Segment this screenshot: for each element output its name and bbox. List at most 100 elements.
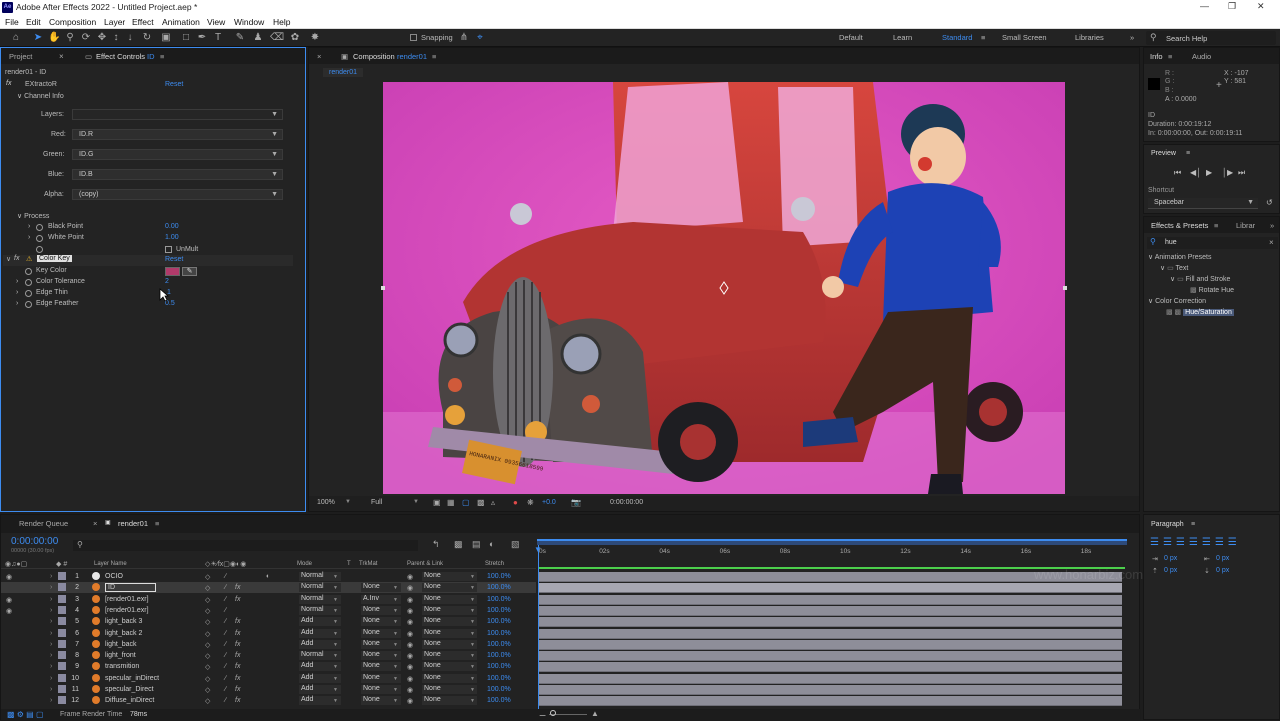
label-color[interactable] xyxy=(58,583,66,592)
stretch-value[interactable]: 100.0% xyxy=(487,641,511,648)
layer-duration-bar[interactable] xyxy=(539,685,1122,695)
chevron-down-icon[interactable]: ▼ xyxy=(333,608,338,614)
dolly-tool-icon[interactable]: ↕ xyxy=(110,32,122,44)
label-color[interactable] xyxy=(58,628,66,637)
transparency-grid-icon[interactable]: ▦ xyxy=(447,498,455,507)
exposure-icon[interactable]: ❋ xyxy=(527,498,534,507)
stopwatch-icon[interactable] xyxy=(36,224,43,231)
parent-dropdown[interactable]: None xyxy=(422,605,477,615)
expand-arrow-icon[interactable]: › xyxy=(16,278,18,285)
layer-name[interactable]: transmition xyxy=(105,663,139,670)
pick-whip-icon[interactable]: ◉ xyxy=(407,596,413,604)
label-color[interactable] xyxy=(58,662,66,671)
label-color[interactable] xyxy=(58,594,66,603)
indent-right-value[interactable]: 0 px xyxy=(1216,555,1229,562)
stopwatch-icon[interactable] xyxy=(36,246,43,253)
tree-color-correction[interactable]: ∨ Color Correction xyxy=(1148,297,1206,305)
stopwatch-icon[interactable] xyxy=(25,268,32,275)
shy-layers-icon[interactable]: ▤ xyxy=(472,539,481,550)
layer-row[interactable]: ◉ › 1 OCIO ◇ ∕ ◐ Normal ▼ ◉ None ▼ 100.0% xyxy=(1,571,536,582)
close-icon[interactable]: ✕ xyxy=(1257,1,1265,12)
layer-duration-bar[interactable] xyxy=(539,583,1122,594)
chevron-down-icon[interactable]: ▼ xyxy=(345,499,351,505)
quality-icon[interactable]: ∕ xyxy=(225,652,226,659)
resolution[interactable]: Full xyxy=(371,499,382,506)
layer-row[interactable]: › 9 transmition ◇ ∕ fx Add ▼ None ▼ ◉ None ▼ 100.0% xyxy=(1,661,536,672)
chevron-down-icon[interactable]: ▼ xyxy=(393,619,398,625)
chevron-down-icon[interactable]: ▼ xyxy=(393,653,398,659)
eye-icon[interactable]: ◉ xyxy=(6,596,12,604)
tree-animation-presets[interactable]: ∨ Animation Presets xyxy=(1148,253,1212,261)
expand-arrow-icon[interactable]: › xyxy=(16,289,18,296)
layer-row[interactable]: › 5 light_back 3 ◇ ∕ fx Add ▼ None ▼ ◉ None ▼ 100.0% xyxy=(1,616,536,627)
stopwatch-icon[interactable] xyxy=(25,290,32,297)
stretch-value[interactable]: 100.0% xyxy=(487,652,511,659)
orbit-tool-icon[interactable]: ⟳ xyxy=(80,32,92,44)
zoom-level[interactable]: 100% xyxy=(317,499,335,506)
alpha-dropdown[interactable]: (copy) ▼ xyxy=(72,189,283,200)
layer-name[interactable]: light_front xyxy=(105,652,136,659)
expand-arrow-icon[interactable]: › xyxy=(50,675,52,682)
tree-hue-saturation[interactable]: ▩ ▩ Hue/Saturation xyxy=(1166,308,1234,316)
snap-grid-icon[interactable]: ⌖ xyxy=(474,32,486,44)
workspace-learn[interactable]: Learn xyxy=(893,33,912,42)
expand-arrow-icon[interactable]: › xyxy=(50,652,52,659)
frame-blending-icon[interactable]: ◐ xyxy=(489,539,494,549)
expand-arrow-icon[interactable]: › xyxy=(50,697,52,704)
stretch-value[interactable]: 100.0% xyxy=(487,663,511,670)
type-tool-icon[interactable]: T xyxy=(212,32,224,44)
shortcut-dropdown[interactable]: Spacebar ▼ xyxy=(1148,198,1258,209)
play-icon[interactable]: ▶ xyxy=(1206,168,1212,177)
channels-icon[interactable]: ● xyxy=(513,498,518,507)
menu-edit[interactable]: Edit xyxy=(26,17,41,27)
panel-menu-icon[interactable]: ≡ xyxy=(160,52,164,61)
quality-icon[interactable]: ∕ xyxy=(225,630,226,637)
search-help-box[interactable]: ⚲ Search Help xyxy=(1146,31,1276,45)
parent-dropdown[interactable]: None xyxy=(422,572,477,581)
next-frame-icon[interactable]: │▶ xyxy=(1222,168,1233,177)
quality-icon[interactable]: ∕ xyxy=(225,697,226,704)
search-help-input[interactable]: Search Help xyxy=(1166,34,1207,43)
stretch-value[interactable]: 100.0% xyxy=(487,584,511,591)
tab-info[interactable]: Info xyxy=(1150,52,1163,61)
chevron-down-icon[interactable]: ▼ xyxy=(393,608,398,614)
snapshot-icon[interactable]: 📷 xyxy=(571,498,581,507)
comp-subtab[interactable]: render01 xyxy=(323,68,364,77)
workspace-standard[interactable]: Standard xyxy=(942,33,972,42)
eraser-tool-icon[interactable]: ⌫ xyxy=(270,32,284,44)
expand-arrow-icon[interactable]: › xyxy=(50,618,52,625)
composition-viewer[interactable]: HONARANIX 09356618599 xyxy=(383,82,1065,494)
label-color[interactable] xyxy=(58,696,66,705)
stretch-value[interactable]: 100.0% xyxy=(487,573,511,580)
align-buttons[interactable]: ☰☰☰☰☰☰☰ xyxy=(1150,537,1241,548)
space-after-icon[interactable]: ⇣ xyxy=(1204,567,1210,575)
tab-audio[interactable]: Audio xyxy=(1192,52,1211,61)
chevron-down-icon[interactable]: ▼ xyxy=(393,631,398,637)
rectangle-tool-icon[interactable]: □ xyxy=(180,32,192,44)
space-after-value[interactable]: 0 px xyxy=(1216,567,1229,574)
effects-search-input[interactable]: hue xyxy=(1165,239,1177,246)
effect-extractor-name[interactable]: EXtractoR xyxy=(25,81,57,88)
shy-icon[interactable]: ◇ xyxy=(205,663,210,671)
chevron-down-icon[interactable]: ▼ xyxy=(333,676,338,682)
menu-file[interactable]: File xyxy=(5,17,19,27)
stretch-value[interactable]: 100.0% xyxy=(487,607,511,614)
viewer-timecode[interactable]: 0:00:00:00 xyxy=(610,499,643,506)
stretch-value[interactable]: 100.0% xyxy=(487,686,511,693)
shy-icon[interactable]: ◇ xyxy=(205,641,210,649)
clear-search-icon[interactable]: × xyxy=(1269,238,1274,247)
layer-duration-bar[interactable] xyxy=(539,673,1122,684)
tree-fill-and-stroke[interactable]: ∨ ▭ Fill and Stroke xyxy=(1170,275,1230,283)
parent-dropdown[interactable]: None xyxy=(422,662,477,672)
layer-name[interactable]: specular_Direct xyxy=(105,686,154,693)
pen-tool-icon[interactable]: ✒ xyxy=(196,32,208,44)
unmult-checkbox[interactable] xyxy=(165,246,172,253)
time-ruler[interactable]: 0s 02s 04s 06s 08s 10s 12s 14s 16s 18s xyxy=(537,545,1127,559)
workspace-libraries[interactable]: Libraries xyxy=(1075,33,1104,42)
pick-whip-icon[interactable]: ◉ xyxy=(407,641,413,649)
mode-header[interactable]: Mode xyxy=(297,561,312,567)
label-color[interactable] xyxy=(58,605,66,614)
indent-left-icon[interactable]: ⇥ xyxy=(1152,555,1158,563)
graph-editor-icon[interactable]: ▧ xyxy=(511,539,520,550)
chevron-down-icon[interactable]: ▼ xyxy=(470,608,475,614)
